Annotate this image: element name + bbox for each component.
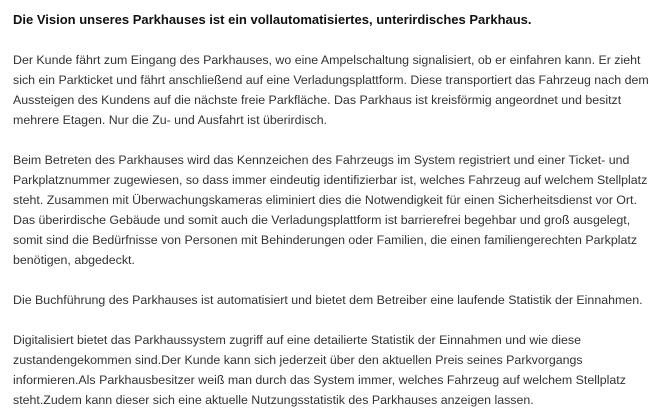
paragraph-registration-security: Beim Betreten des Parkhauses wird das Ke… — [13, 153, 648, 267]
paragraph-digital-statistics: Digitalisiert bietet das Parkhaussystem … — [13, 333, 626, 407]
document-heading: Die Vision unseres Parkhauses ist ein vo… — [13, 12, 532, 27]
document-body: Die Vision unseres Parkhauses ist ein vo… — [13, 10, 659, 410]
paragraph-accounting: Die Buchführung des Parkhauses ist autom… — [13, 293, 643, 307]
paragraph-entry-process: Der Kunde fährt zum Eingang des Parkhaus… — [13, 53, 649, 127]
